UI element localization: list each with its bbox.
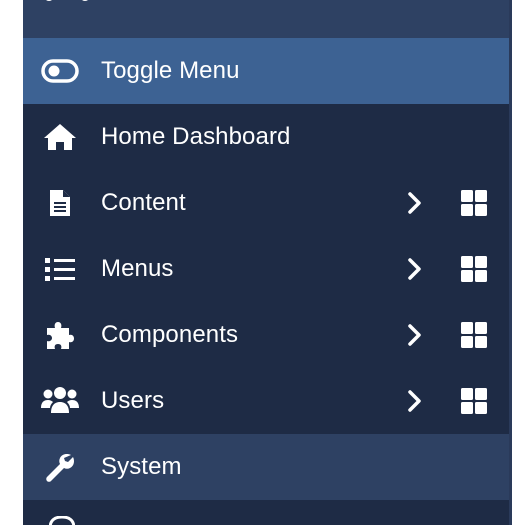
- sidebar-top-item-partial[interactable]: [23, 0, 509, 38]
- wrench-icon: [40, 447, 80, 487]
- sidebar-item-users[interactable]: Users: [23, 368, 509, 434]
- chevron-right-icon[interactable]: [403, 319, 427, 351]
- sidebar-item-toggle-menu[interactable]: Toggle Menu: [23, 38, 509, 104]
- screen: Toggle Menu Home Dashboard Content Menus…: [0, 0, 530, 525]
- sidebar-item-content[interactable]: Content: [23, 170, 509, 236]
- dashboard-grid-icon[interactable]: [459, 254, 489, 284]
- sidebar-border: [509, 0, 512, 525]
- sidebar-item-home-dashboard[interactable]: Home Dashboard: [23, 104, 509, 170]
- sidebar-item-label: Menus: [101, 255, 174, 282]
- dashboard-grid-icon[interactable]: [459, 320, 489, 350]
- sidebar-item-components[interactable]: Components: [23, 302, 509, 368]
- partial-icon: [49, 516, 75, 525]
- sidebar-item-label: Content: [101, 189, 186, 216]
- chevron-right-icon[interactable]: [403, 253, 427, 285]
- sidebar-item-label: Users: [101, 387, 165, 414]
- file-icon: [40, 183, 80, 223]
- sidebar-item-menus[interactable]: Menus: [23, 236, 509, 302]
- dashboard-grid-icon[interactable]: [459, 386, 489, 416]
- list-icon: [40, 249, 80, 289]
- chevron-right-icon[interactable]: [403, 187, 427, 219]
- sidebar-item-system[interactable]: System: [23, 434, 509, 500]
- partial-icon: [41, 0, 97, 8]
- puzzle-icon: [40, 315, 80, 355]
- admin-sidebar: Toggle Menu Home Dashboard Content Menus…: [23, 0, 509, 525]
- chevron-right-icon[interactable]: [403, 385, 427, 417]
- sidebar-item-label: Toggle Menu: [101, 57, 240, 84]
- home-icon: [40, 117, 80, 157]
- toggle-icon: [40, 51, 80, 91]
- sidebar-item-label: Components: [101, 321, 239, 348]
- sidebar-bottom-item-partial[interactable]: [23, 500, 509, 525]
- users-icon: [40, 381, 80, 421]
- sidebar-item-label: System: [101, 453, 182, 480]
- sidebar-item-label: Home Dashboard: [101, 123, 291, 150]
- dashboard-grid-icon[interactable]: [459, 188, 489, 218]
